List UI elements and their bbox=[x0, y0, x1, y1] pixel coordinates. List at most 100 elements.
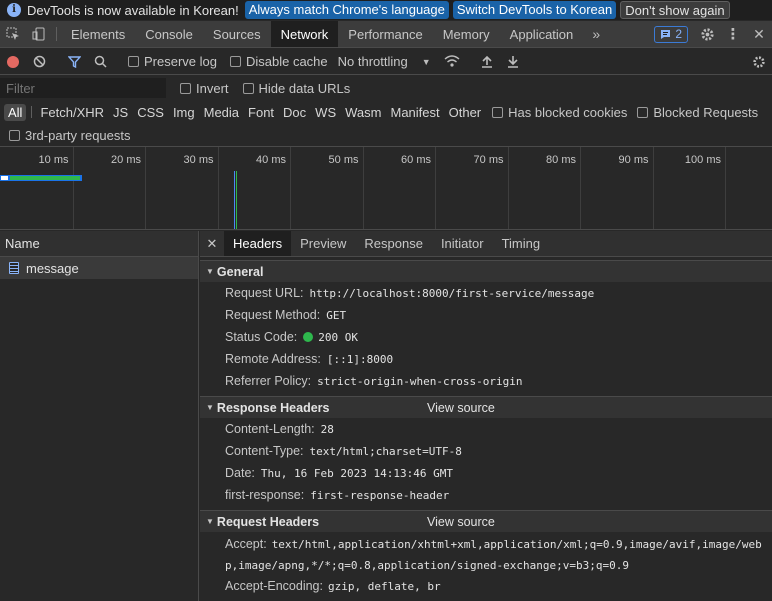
status-ok-icon bbox=[303, 332, 314, 342]
resource-type-filters: All Fetch/XHR JS CSS Img Media Font Doc … bbox=[0, 101, 772, 123]
network-settings-gear-icon[interactable] bbox=[746, 55, 772, 69]
type-filter-img[interactable]: Img bbox=[169, 104, 199, 121]
tab-preview[interactable]: Preview bbox=[291, 231, 355, 256]
expand-triangle-icon: ▼ bbox=[206, 403, 214, 412]
name-column-header[interactable]: Name bbox=[0, 231, 198, 257]
hide-data-urls-checkbox[interactable] bbox=[242, 82, 254, 94]
type-filter-other[interactable]: Other bbox=[445, 104, 486, 121]
tab-application[interactable]: Application bbox=[500, 21, 584, 47]
header-row: Accept-Encoding: gzip, deflate, br bbox=[200, 576, 772, 597]
close-detail-icon[interactable]: ✕ bbox=[200, 231, 224, 256]
record-icon[interactable] bbox=[0, 55, 26, 68]
type-filter-css[interactable]: CSS bbox=[133, 104, 168, 121]
timeline-gridline bbox=[435, 147, 436, 229]
timeline-tick-label: 50 ms bbox=[328, 154, 359, 166]
header-row: Content-Type: text/html;charset=UTF-8 bbox=[200, 440, 772, 462]
request-headers-section-header[interactable]: ▼ Request Headers View source bbox=[200, 510, 772, 532]
device-toolbar-icon[interactable] bbox=[26, 21, 52, 47]
header-value: 200 OK bbox=[318, 330, 359, 344]
third-party-checkbox[interactable] bbox=[9, 129, 20, 141]
network-conditions-icon[interactable] bbox=[439, 55, 465, 68]
tab-headers[interactable]: Headers bbox=[224, 231, 292, 256]
preserve-log-label: Preserve log bbox=[144, 54, 217, 69]
throttling-select[interactable]: No throttling bbox=[338, 54, 408, 69]
timeline-gridline bbox=[580, 147, 581, 229]
tab-console[interactable]: Console bbox=[135, 21, 203, 47]
more-options-icon[interactable]: ⋮ bbox=[720, 21, 746, 47]
tab-response[interactable]: Response bbox=[355, 231, 432, 256]
tab-initiator[interactable]: Initiator bbox=[432, 231, 493, 256]
tab-performance[interactable]: Performance bbox=[338, 21, 432, 47]
chevron-down-icon[interactable]: ▼ bbox=[422, 57, 431, 67]
type-filter-wasm[interactable]: Wasm bbox=[341, 104, 385, 121]
timeline-gridline bbox=[652, 147, 654, 229]
tab-sources[interactable]: Sources bbox=[203, 21, 271, 47]
always-match-language-button[interactable]: Always match Chrome's language bbox=[244, 1, 449, 19]
header-value: 28 bbox=[320, 422, 334, 436]
clear-icon[interactable] bbox=[26, 55, 52, 68]
settings-gear-icon[interactable] bbox=[694, 21, 720, 47]
type-filter-js[interactable]: JS bbox=[109, 104, 132, 121]
dom-content-loaded-marker bbox=[234, 171, 235, 229]
view-source-link[interactable]: View source bbox=[427, 515, 495, 529]
has-blocked-cookies-checkbox[interactable] bbox=[492, 106, 504, 118]
network-toolbar: Preserve log Disable cache No throttling… bbox=[0, 49, 772, 75]
switch-to-korean-button[interactable]: Switch DevTools to Korean bbox=[452, 1, 617, 19]
response-headers-section-header[interactable]: ▼ Response Headers View source bbox=[200, 396, 772, 418]
timeline-gridline bbox=[217, 147, 219, 229]
search-icon[interactable] bbox=[87, 55, 113, 68]
issues-badge[interactable]: 2 bbox=[654, 26, 688, 43]
type-filter-manifest[interactable]: Manifest bbox=[386, 104, 443, 121]
has-blocked-cookies-label: Has blocked cookies bbox=[508, 104, 628, 120]
type-filter-doc[interactable]: Doc bbox=[279, 104, 310, 121]
timeline-tick-label: 10 ms bbox=[38, 154, 69, 166]
tab-timing[interactable]: Timing bbox=[493, 231, 550, 256]
language-infobar: i DevTools is now available in Korean! A… bbox=[0, 0, 772, 20]
filter-icon[interactable] bbox=[61, 55, 87, 68]
timeline-gridline bbox=[725, 147, 726, 229]
export-har-icon[interactable] bbox=[500, 55, 526, 68]
inspect-element-icon[interactable] bbox=[0, 21, 26, 47]
blocked-requests-label: Blocked Requests bbox=[653, 104, 759, 120]
header-value: first-response-header bbox=[310, 488, 450, 502]
issues-count: 2 bbox=[675, 27, 682, 41]
request-row[interactable]: message bbox=[0, 257, 198, 279]
header-value: text/html;charset=UTF-8 bbox=[309, 444, 462, 458]
hide-data-urls-label: Hide data URLs bbox=[258, 80, 351, 96]
timeline-tick-label: 11 bbox=[734, 154, 772, 166]
network-overview-timeline[interactable]: 10 ms 20 ms 30 ms 40 ms 50 ms 60 ms 70 ms 80 ms… bbox=[0, 146, 772, 230]
timeline-tick-label: 60 ms bbox=[401, 154, 431, 166]
general-section-header[interactable]: ▼ General bbox=[200, 260, 772, 282]
timeline-gridline bbox=[290, 147, 291, 229]
filter-input[interactable] bbox=[0, 78, 166, 98]
header-row: Accept: text/html,application/xhtml+xml,a… bbox=[200, 534, 772, 576]
timeline-tick-label: 30 ms bbox=[183, 154, 214, 166]
more-tabs-chevron-icon[interactable]: » bbox=[583, 21, 609, 47]
view-source-link[interactable]: View source bbox=[427, 401, 495, 415]
type-filter-font[interactable]: Font bbox=[244, 104, 278, 121]
header-key: Accept-Encoding: bbox=[225, 579, 323, 593]
header-key: Content-Type: bbox=[225, 444, 304, 458]
header-value: strict-origin-when-cross-origin bbox=[317, 374, 523, 388]
timeline-tick-label: 100 ms bbox=[684, 154, 721, 166]
invert-checkbox[interactable] bbox=[180, 82, 191, 94]
third-party-row: 3rd-party requests bbox=[0, 125, 131, 145]
type-filter-media[interactable]: Media bbox=[200, 104, 243, 121]
tab-memory[interactable]: Memory bbox=[433, 21, 500, 47]
header-row: Request URL: http://localhost:8000/first-… bbox=[200, 282, 772, 304]
type-filter-fetch-xhr[interactable]: Fetch/XHR bbox=[36, 104, 108, 121]
header-key: Referrer Policy: bbox=[225, 374, 312, 388]
type-filter-ws[interactable]: WS bbox=[311, 104, 340, 121]
dont-show-again-button[interactable]: Don't show again bbox=[620, 1, 730, 19]
type-filter-all[interactable]: All bbox=[4, 103, 27, 121]
filter-row: Invert Hide data URLs bbox=[0, 76, 772, 100]
disable-cache-checkbox[interactable] bbox=[229, 56, 241, 67]
close-devtools-icon[interactable]: ✕ bbox=[746, 21, 772, 47]
tab-elements[interactable]: Elements bbox=[61, 21, 135, 47]
preserve-log-checkbox[interactable] bbox=[128, 56, 139, 67]
blocked-requests-checkbox[interactable] bbox=[637, 106, 649, 118]
timeline-gridline bbox=[145, 147, 146, 229]
import-har-icon[interactable] bbox=[474, 55, 500, 68]
tab-network[interactable]: Network bbox=[270, 21, 339, 47]
infobar-message: DevTools is now available in Korean! bbox=[27, 2, 239, 18]
